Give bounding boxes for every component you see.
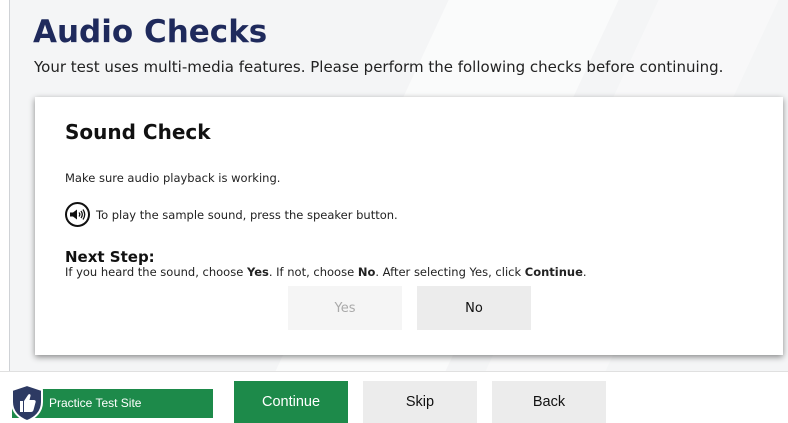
speaker-instruction: To play the sample sound, press the spea… <box>96 207 398 222</box>
page-subtitle: Your test uses multi-media features. Ple… <box>34 58 724 76</box>
no-button[interactable]: No <box>417 286 531 330</box>
next-step-text-part: If you heard the sound, choose <box>65 265 247 279</box>
next-step-text-part: . <box>582 265 587 279</box>
back-button[interactable]: Back <box>492 381 606 423</box>
thumbs-up-shield-icon <box>11 384 43 422</box>
next-step-no-word: No <box>357 265 376 279</box>
speaker-row: To play the sample sound, press the spea… <box>65 202 398 227</box>
next-step-continue-word: Continue <box>524 265 583 279</box>
sound-check-title: Sound Check <box>65 120 211 144</box>
sound-check-instruction: Make sure audio playback is working. <box>65 171 281 185</box>
next-step-text-part: . If not, choose <box>268 265 358 279</box>
next-step-heading: Next Step: <box>65 248 155 266</box>
next-step-text: If you heard the sound, choose Yes. If n… <box>65 265 587 279</box>
practice-site-label: Practice Test Site <box>49 396 142 410</box>
footer-divider <box>0 371 788 372</box>
next-step-text-part: . After selecting Yes, click <box>375 265 525 279</box>
sound-check-card: Sound Check Make sure audio playback is … <box>35 97 783 355</box>
yes-button[interactable]: Yes <box>288 286 402 330</box>
continue-button[interactable]: Continue <box>234 381 348 423</box>
speaker-button[interactable] <box>65 202 90 227</box>
page-title: Audio Checks <box>33 14 268 50</box>
speaker-icon <box>70 209 86 220</box>
next-step-yes-word: Yes <box>246 265 269 279</box>
skip-button[interactable]: Skip <box>363 381 477 423</box>
